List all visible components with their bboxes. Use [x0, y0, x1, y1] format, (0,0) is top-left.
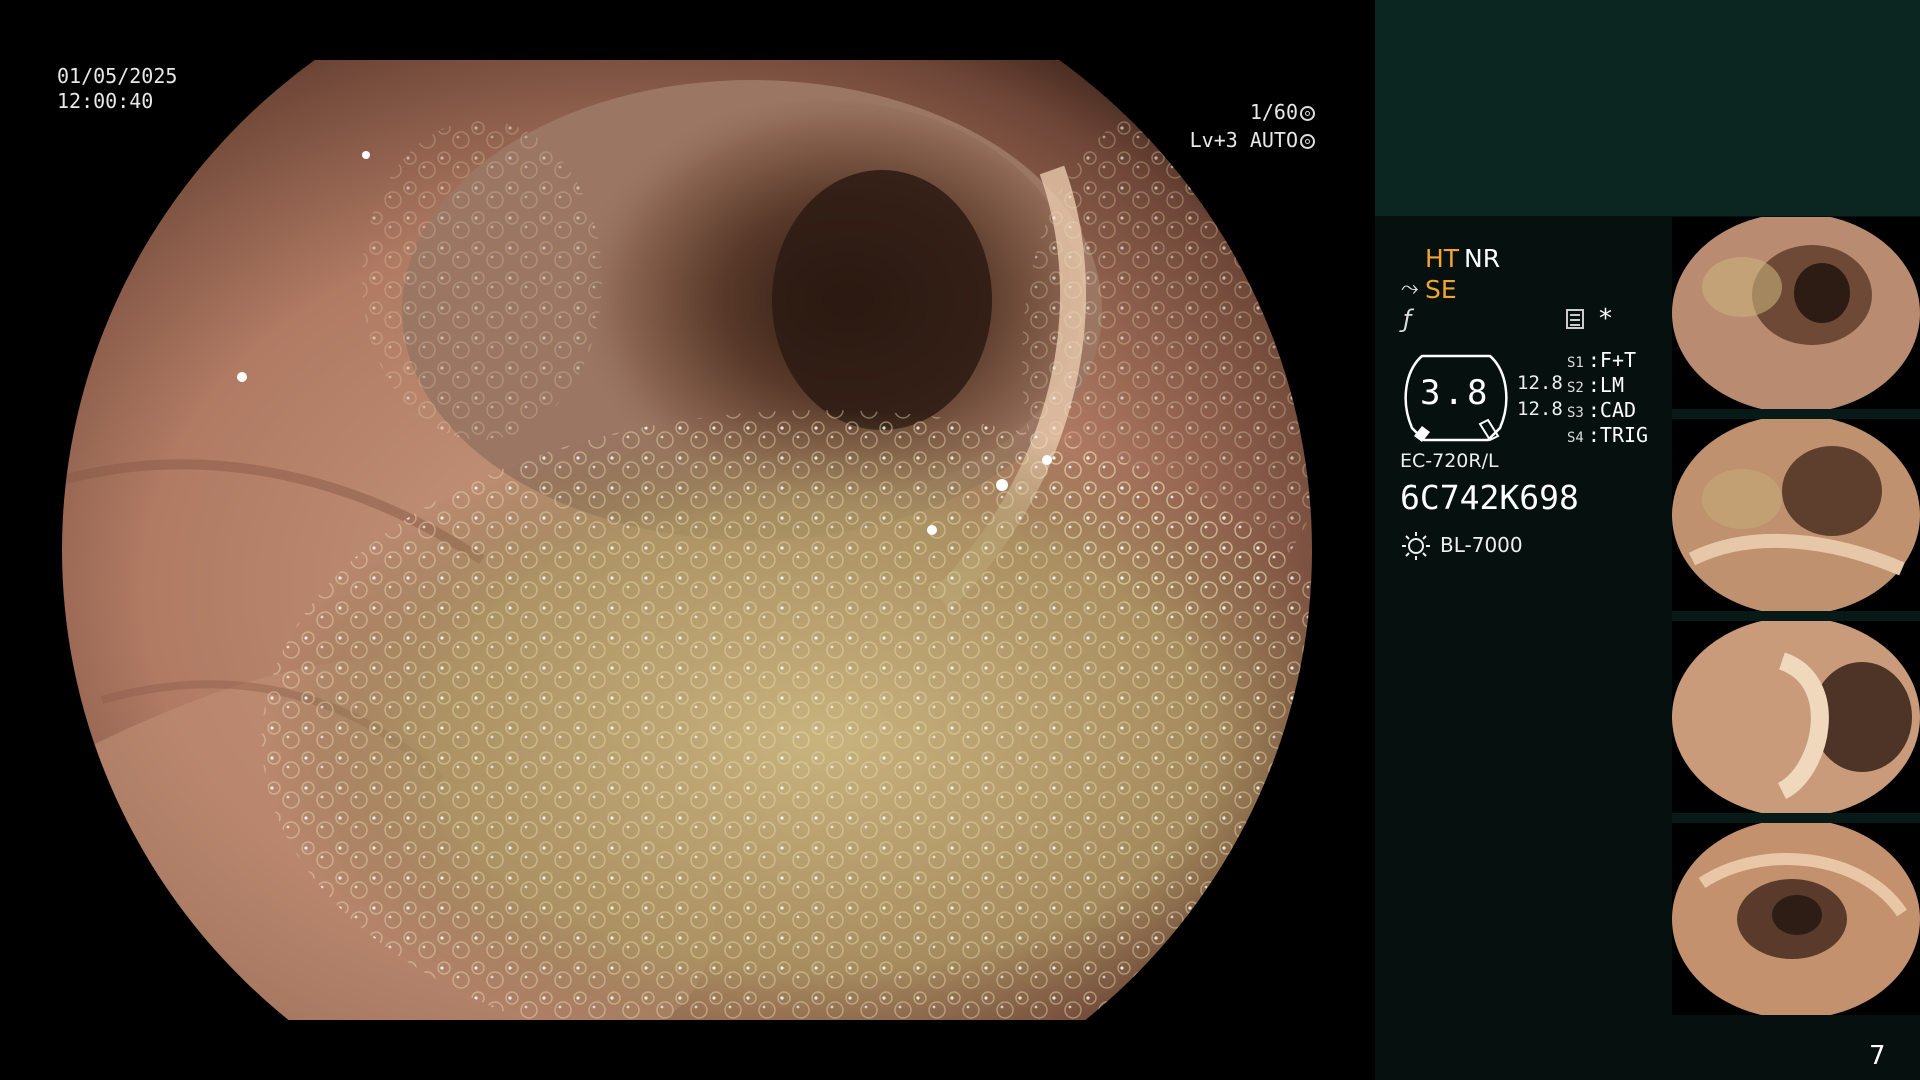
- scope-model: EC-720R/L: [1400, 450, 1499, 472]
- switch-s4: S4:TRIG: [1567, 423, 1649, 447]
- light-source-model: BL-7000: [1440, 533, 1523, 557]
- filter-icon: ƒ: [1403, 305, 1412, 333]
- status-panel-header: [1375, 0, 1920, 216]
- thumbnail-4[interactable]: [1672, 823, 1920, 1015]
- mode-se: SE: [1425, 275, 1457, 304]
- switch-s1: S1:F+T: [1567, 348, 1637, 372]
- gauge-right-top: 12.8: [1517, 372, 1563, 394]
- mode-ht: HT: [1425, 244, 1460, 273]
- exposure-text: Lv+3 AUTO: [1189, 128, 1298, 152]
- scope-bend-icon: ⤳: [1401, 276, 1419, 301]
- datetime-readout: 01/05/2025 12:00:40: [57, 64, 177, 114]
- thumbnail-3[interactable]: [1672, 621, 1920, 813]
- time-text: 12:00:40: [57, 89, 154, 113]
- switch-s2: S2:LM: [1567, 373, 1624, 397]
- exposure-readout: 1/60 Lv+3 AUTO: [1190, 98, 1315, 154]
- zoom-value: 3.8: [1420, 373, 1491, 413]
- page-number: 7: [1869, 1041, 1886, 1071]
- thumbnail-1[interactable]: [1672, 217, 1920, 409]
- thumbnail-2-strip: [1672, 611, 1920, 621]
- thumbnail-2[interactable]: [1672, 419, 1920, 611]
- gauge-right-bottom: 12.8: [1517, 398, 1563, 420]
- star-marker: *: [1599, 304, 1612, 334]
- grid-memory-icon: [1566, 309, 1584, 329]
- scope-serial: 6C742K698: [1400, 478, 1579, 517]
- auto-exposure-icon: [1300, 134, 1315, 149]
- date-text: 01/05/2025: [57, 64, 178, 88]
- light-source-icon: [1402, 532, 1430, 560]
- shutter-icon: [1300, 106, 1315, 121]
- switch-s3: S3:CAD: [1567, 398, 1637, 422]
- mode-nr: NR: [1464, 244, 1501, 273]
- thumbnail-3-strip: [1672, 813, 1920, 823]
- shutter-text: 1/60: [1249, 100, 1298, 124]
- endoscope-main-view: [62, 60, 1312, 1020]
- thumbnail-1-strip: [1672, 409, 1920, 419]
